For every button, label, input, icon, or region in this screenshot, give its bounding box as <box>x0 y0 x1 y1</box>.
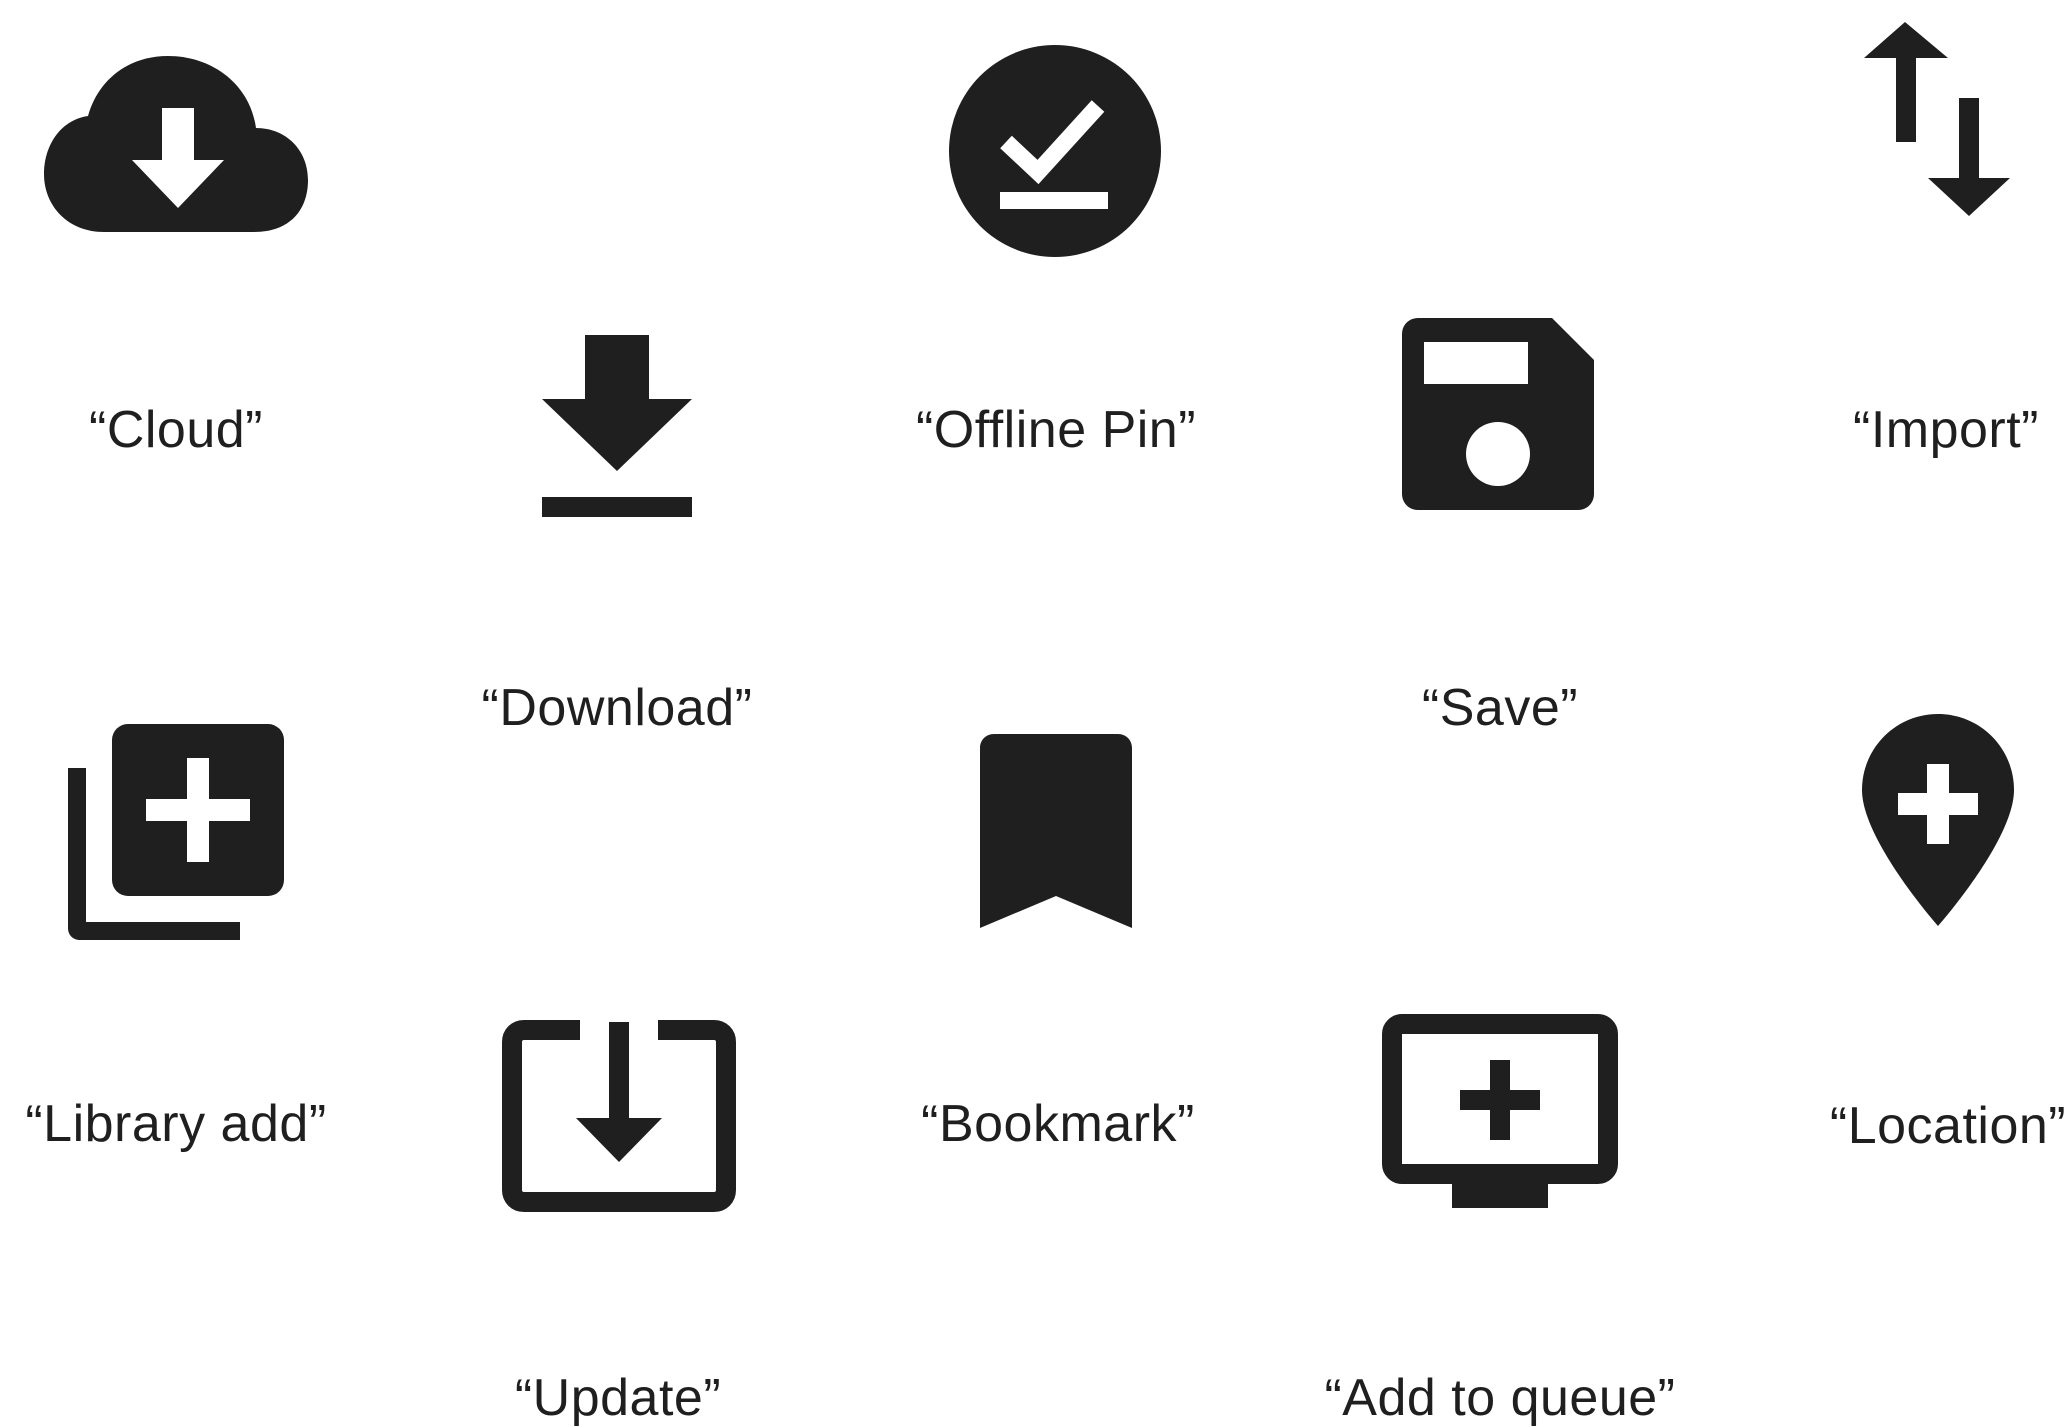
library-add-label: “Library add” <box>25 1095 327 1153</box>
add-to-queue-svg <box>1382 1014 1618 1208</box>
bookmark-label: “Bookmark” <box>921 1095 1195 1153</box>
add-to-queue-icon <box>1382 1014 1618 1208</box>
bookmark-svg <box>980 734 1132 928</box>
save-svg <box>1402 318 1594 510</box>
add-to-queue-label: “Add to queue” <box>1324 1369 1676 1427</box>
cloud-download-svg <box>44 56 308 232</box>
bookmark-icon <box>980 734 1132 928</box>
location-add-icon <box>1862 714 2014 926</box>
save-icon <box>1402 318 1594 510</box>
location-add-svg <box>1862 714 2014 926</box>
save-label: “Save” <box>1421 679 1579 737</box>
offline-pin-icon <box>948 44 1162 258</box>
cloud-label: “Cloud” <box>89 401 263 459</box>
update-label: “Update” <box>514 1369 722 1427</box>
offline-pin-svg <box>949 45 1161 257</box>
import-export-icon <box>1862 22 2012 217</box>
import-label: “Import” <box>1853 401 2039 459</box>
download-label: “Download” <box>481 679 753 737</box>
offline-pin-label: “Offline Pin” <box>915 401 1197 459</box>
cloud-download-icon <box>42 50 314 235</box>
download-svg <box>542 335 692 517</box>
library-add-svg <box>68 724 284 940</box>
download-icon <box>542 335 692 517</box>
location-label: “Location” <box>1829 1097 2067 1155</box>
update-svg <box>502 1020 736 1212</box>
update-icon <box>502 1020 736 1212</box>
library-add-icon <box>68 724 284 940</box>
import-export-svg <box>1864 22 2010 216</box>
